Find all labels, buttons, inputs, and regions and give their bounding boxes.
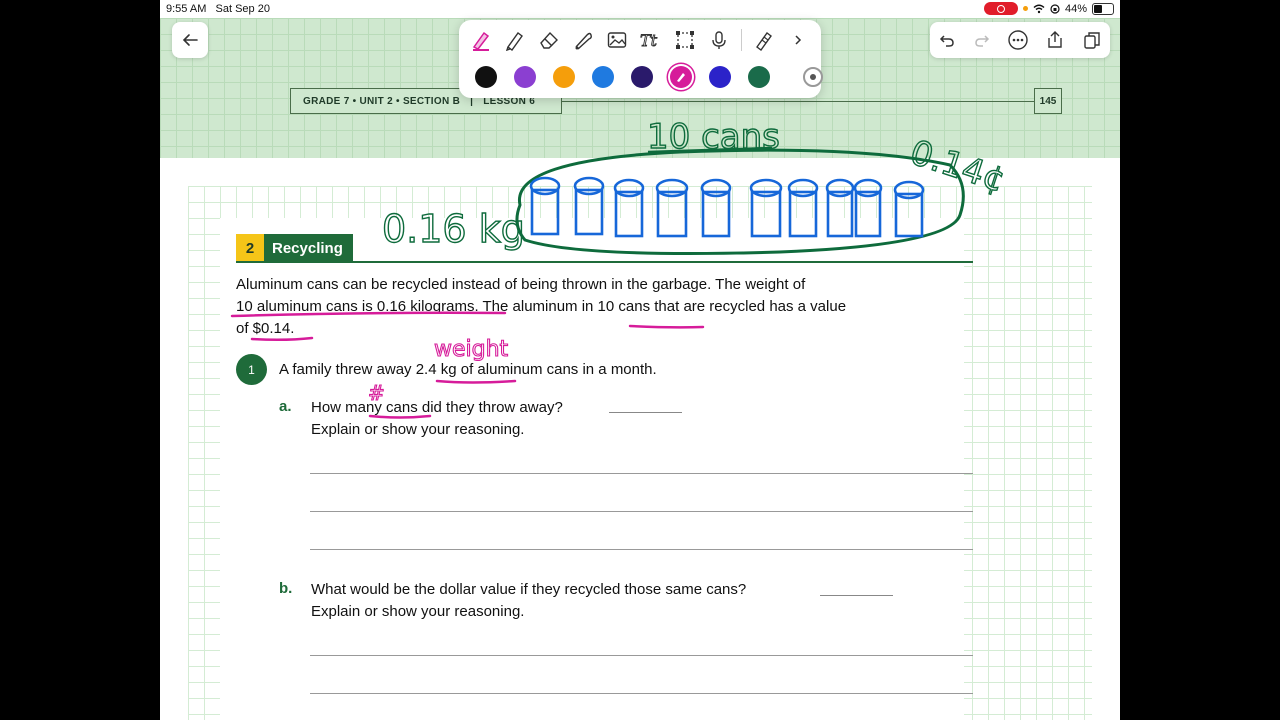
part-a-answer-blank[interactable]: [609, 412, 682, 413]
intro-line-2: 10 aluminum cans is 0.16 kilograms. The …: [236, 298, 847, 315]
screen-recording-icon[interactable]: [983, 2, 1018, 15]
part-a-letter: a.: [279, 398, 292, 415]
arrow-left-icon: [182, 34, 198, 46]
color-swatches: [475, 66, 770, 88]
status-bar: 9:55 AM Sat Sep 20 44%: [160, 0, 1120, 18]
part-b-question: What would be the dollar value if they r…: [311, 581, 747, 598]
tools-row: Tt: [467, 26, 812, 54]
eraser-icon[interactable]: [535, 26, 563, 54]
part-a-explain: Explain or show your reasoning.: [311, 421, 525, 438]
color-picker-button[interactable]: [803, 67, 823, 87]
status-time: 9:55 AM Sat Sep 20: [166, 3, 270, 15]
page-number: 145: [1034, 88, 1062, 114]
part-b-answer-line-2[interactable]: [310, 693, 973, 694]
status-right: 44%: [983, 2, 1114, 15]
battery-icon: [1092, 2, 1114, 15]
redo-icon[interactable]: [973, 31, 991, 49]
section-header: 2 Recycling: [236, 234, 353, 262]
pages-icon[interactable]: [1082, 30, 1102, 50]
color-swatch-indigo[interactable]: [709, 66, 731, 88]
lesson-bar-rule: [562, 101, 1034, 102]
pen-icon[interactable]: [501, 26, 529, 54]
part-a-answer-line-3[interactable]: [310, 549, 973, 550]
intro-line-1: Aluminum cans can be recycled instead of…: [236, 276, 806, 293]
question-1-prompt: A family threw away 2.4 kg of aluminum c…: [279, 361, 657, 378]
microphone-icon[interactable]: [705, 26, 733, 54]
chevron-right-icon[interactable]: [784, 26, 812, 54]
highlighter-pen-icon[interactable]: [467, 26, 495, 54]
section-number: 2: [236, 234, 264, 262]
back-button[interactable]: [172, 22, 208, 58]
color-swatch-purple[interactable]: [514, 66, 536, 88]
question-1-number: 1: [236, 354, 267, 385]
undo-icon[interactable]: [938, 31, 956, 49]
selected-pen-icon: [677, 73, 685, 82]
part-a-answer-line-1[interactable]: [310, 473, 973, 474]
part-a-question: How many cans did they throw away?: [311, 399, 563, 416]
intro-line-3: of $0.14.: [236, 320, 295, 337]
more-options-icon[interactable]: [1007, 29, 1029, 51]
color-swatch-black[interactable]: [475, 66, 497, 88]
image-icon[interactable]: [603, 26, 631, 54]
lasso-icon[interactable]: [569, 26, 597, 54]
ipad-screen: 9:55 AM Sat Sep 20 44% GRADE 7 • UNIT 2 …: [160, 0, 1120, 720]
part-b-explain: Explain or show your reasoning.: [311, 603, 525, 620]
part-b-answer-line-1[interactable]: [310, 655, 973, 656]
color-swatch-orange[interactable]: [553, 66, 575, 88]
section-rule: [236, 261, 973, 263]
battery-percent: 44%: [1064, 2, 1087, 15]
text-icon[interactable]: Tt: [637, 26, 665, 54]
color-swatch-blue[interactable]: [592, 66, 614, 88]
part-b-letter: b.: [279, 580, 293, 597]
mic-in-use-icon: [1022, 6, 1028, 11]
selection-box-icon[interactable]: [671, 26, 699, 54]
tools-divider: [741, 29, 742, 51]
part-a-answer-line-2[interactable]: [310, 511, 973, 512]
annotation-toolbar: Tt: [459, 20, 823, 98]
export-icon[interactable]: [1045, 30, 1065, 50]
orientation-lock-icon: [1050, 3, 1060, 14]
color-swatch-green[interactable]: [748, 66, 770, 88]
pencil-icon[interactable]: [750, 26, 778, 54]
wifi-icon: [1033, 4, 1045, 13]
svg-text:Tt: Tt: [640, 31, 658, 50]
part-b-answer-blank[interactable]: [820, 595, 893, 596]
color-swatch-navy[interactable]: [631, 66, 653, 88]
color-swatch-magenta-selected[interactable]: [670, 66, 692, 88]
section-title: Recycling: [264, 234, 353, 262]
document-actions: [930, 22, 1110, 58]
lesson-bar-grade: GRADE 7 • UNIT 2 • SECTION B: [303, 95, 461, 107]
